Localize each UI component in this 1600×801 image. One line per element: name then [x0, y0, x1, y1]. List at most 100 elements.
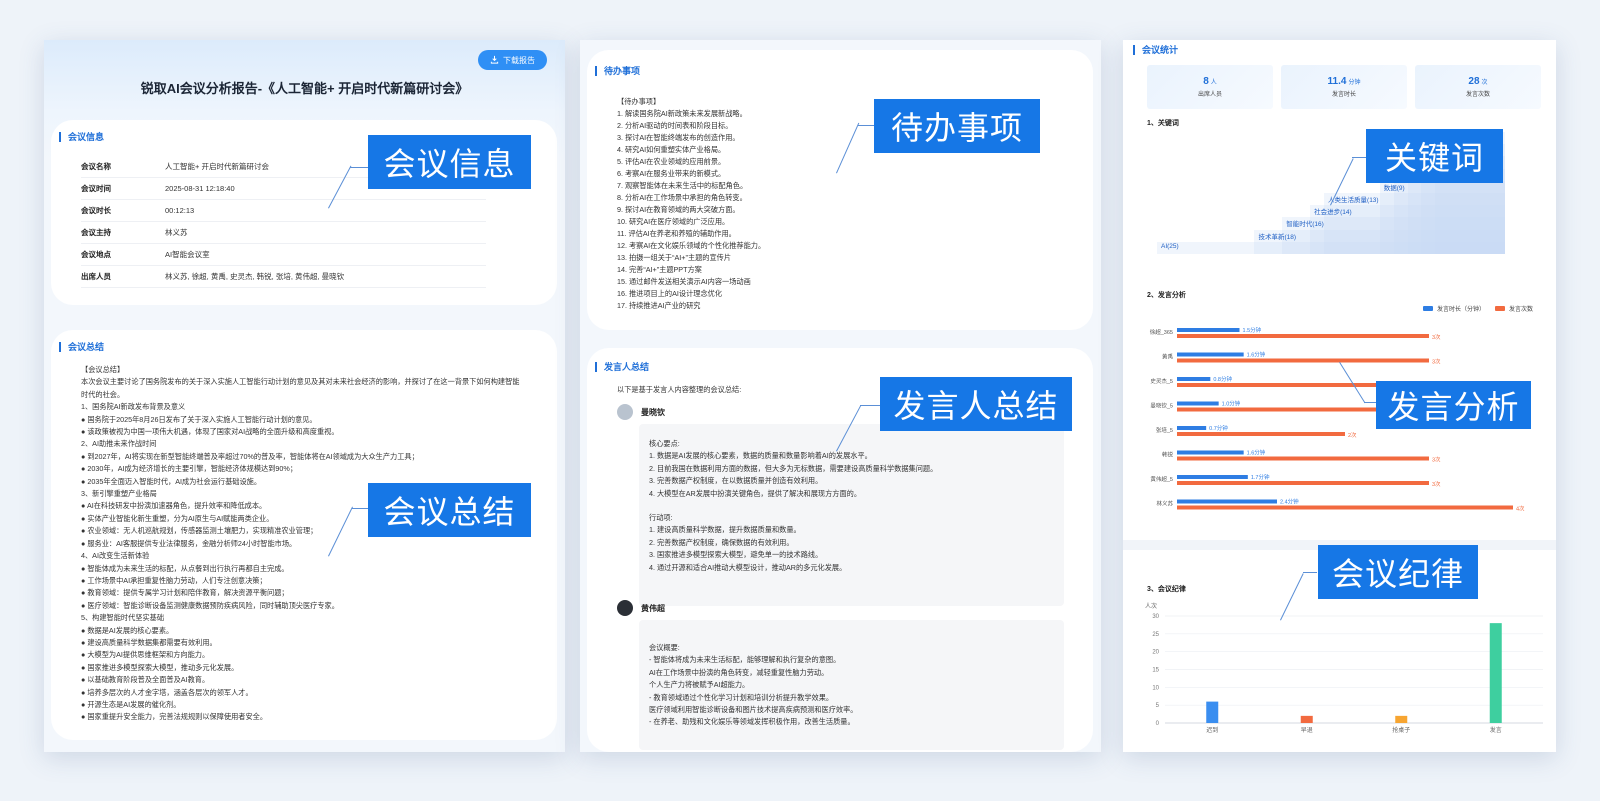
discipline-chart: 人次 0 5 10 15 20 25 30 迟到 早退 抢桌子 发言: [1145, 602, 1543, 734]
duration-label: 0.8分钟: [1213, 375, 1232, 383]
discipline-title: 3、会议纪律: [1147, 586, 1186, 593]
duration-label: 1.6分钟: [1247, 449, 1266, 457]
duration-bar: [1177, 401, 1219, 406]
count-bar: [1177, 505, 1513, 510]
x-tick-label: 早退: [1301, 726, 1313, 734]
count-bar: [1177, 481, 1429, 485]
duration-label: 1.7分钟: [1251, 473, 1270, 481]
text-line: ● 医疗领域：智能诊断设备监测健康数据预防疾病风险，同时辅助顶尖医疗专家。: [81, 600, 339, 610]
duration-label: 1.6分钟: [1247, 351, 1266, 359]
info-key: 出席人员: [81, 272, 111, 281]
text-line: 12. 考察AI在文化娱乐领域的个性化推荐能力。: [617, 241, 766, 250]
text-line: 个人生产力将被赋予AI超能力。: [649, 680, 750, 690]
text-line: 3. 国家推进多模型探索大模型，避免单一的技术路线。: [649, 550, 823, 560]
text-line: ● 国家重提升安全能力，完善法规规则以保障使用者安全。: [81, 712, 268, 722]
info-row: 会议主持 林义苏: [81, 222, 486, 244]
text-line: 行动项:: [649, 513, 673, 523]
text-line: 11. 评估AI在养老和养殖的辅助作用。: [617, 229, 736, 238]
text-line: ● 国家推进多模型探索大模型，推动多元化发展。: [81, 662, 239, 672]
callout-meeting-summary: 会议总结: [368, 483, 531, 537]
text-line: 7. 观察智能体在未来生活中的标配角色。: [617, 181, 748, 190]
info-value: AI智能会议室: [165, 250, 210, 259]
avatar: [617, 404, 633, 420]
text-line: 4. 研究AI如何重塑实体产业格局。: [617, 145, 726, 154]
legend-count: 发言次数: [1509, 307, 1534, 313]
stat-label: 出席人员: [1197, 92, 1222, 98]
y-tick-label: 15: [1152, 668, 1159, 674]
stat-value: 11.4: [1327, 76, 1347, 87]
duration-bar: [1177, 426, 1207, 430]
keyword-bar: [1157, 241, 1505, 254]
keyword-label: 数据(9): [1383, 184, 1405, 192]
text-line: AI在工作场景中扮演的角色转变，减轻重复性脑力劳动。: [649, 667, 829, 677]
text-line: 1. 解读国务院AI新政策未来发展新战略。: [617, 109, 747, 118]
text-line: 时代的社会。: [81, 389, 125, 399]
speaker-header: 曼晓钦: [617, 404, 665, 420]
count-label: 3次: [1432, 333, 1441, 341]
y-tick-label: 0: [1156, 721, 1160, 727]
text-line: 16. 推进项目上的AI设计理念优化: [617, 289, 723, 298]
legend-swatch-count: [1495, 306, 1506, 311]
download-label: 下载报告: [503, 55, 535, 65]
speech-legend: 发言时长（分钟） 发言次数: [1423, 304, 1533, 313]
text-line: 5、构建智能时代坚实基础: [81, 613, 165, 623]
duration-bar: [1177, 352, 1244, 357]
text-line: 【待办事项】: [617, 97, 661, 106]
info-key: 会议名称: [81, 162, 111, 171]
count-label: 4次: [1516, 505, 1525, 513]
report-title: 锐取AI会议分析报告-《人工智能+ 开启时代新篇研讨会》: [140, 81, 469, 96]
speaker-axis-label: 黄伟超_5: [1150, 475, 1173, 483]
todo-card: 待办事项 【待办事项】 1. 解读国务院AI新政策未来发展新战略。 2. 分析AI驱…: [587, 50, 1093, 330]
speaker-intro: 以下是基于发言人内容整理的会议总结:: [617, 385, 742, 394]
text-line: - 教育领域通过个性化学习计划和培训分析提升教学效果。: [649, 692, 834, 702]
info-row: 出席人员 林义苏, 徐超, 黄禹, 史灵杰, 韩锐, 张培, 黄伟超, 曼晓钦: [81, 266, 486, 288]
text-line: ● 工作场景中AI承担重复性脑力劳动，人们专注创意决策；: [81, 575, 267, 585]
speaker-axis-label: 曼晓钦_5: [1150, 402, 1173, 410]
speaker-summary-text: 核心要点: 1. 数据是AI发展的核心要素，数据的质量和数量影响着AI的发展水平。…: [649, 438, 937, 574]
text-line: 1、国务院AI新政发布背景及意义: [81, 402, 186, 412]
y-tick-label: 25: [1152, 632, 1159, 638]
text-line: ● 到2027年，AI将实现在新型智能终端普及率超过70%的普及率，智能体将在A…: [81, 451, 419, 461]
speech-analysis-title: 2、发言分析: [1147, 292, 1186, 299]
text-line: - 智能体将成为未来生活标配，能够理解和执行复杂的意图。: [649, 655, 841, 665]
info-value: 2025-08-31 12:18:40: [165, 184, 235, 193]
info-value: 林义苏, 徐超, 黄禹, 史灵杰, 韩锐, 张培, 黄伟超, 曼晓钦: [165, 272, 345, 281]
text-line: ● 教育领域：提供专属学习计划和陪伴教育，解决资源平衡问题；: [81, 588, 289, 598]
speaker-header: 黄伟超: [617, 600, 665, 616]
callout-leader: [1303, 572, 1317, 573]
download-report-button[interactable]: 下载报告: [478, 50, 547, 70]
text-line: 1. 数据是AI发展的核心要素，数据的质量和数量影响着AI的发展水平。: [649, 451, 872, 461]
text-line: ● 国务院于2025年8月26日发布了关于深入实施人工智能行动计划的意见。: [81, 414, 317, 424]
speaker-name: 曼晓钦: [641, 407, 665, 417]
callout-meeting-info: 会议信息: [368, 135, 531, 189]
text-line: 3. 探讨AI在智能终端发布的创造作用。: [617, 133, 740, 142]
text-line: ● 培养多层次的人才金字塔，涵盖各层次的领军人才。: [81, 687, 253, 697]
text-line: 核心要点:: [649, 439, 680, 448]
text-line: 15. 通过邮件发送相关演示AI内容一场动画: [617, 277, 751, 286]
duration-bar: [1177, 328, 1240, 332]
callout-speech: 发言分析: [1376, 381, 1531, 429]
text-line: ● 智能体成为未来生活的标配，从点餐到出行执行再都自主完成。: [81, 563, 289, 573]
duration-bar: [1177, 475, 1248, 479]
text-line: ● 该政策被视为中国一项伟大机遇，体现了国家对AI战略的全面升级和高度重视。: [81, 427, 339, 437]
count-bar: [1177, 358, 1429, 363]
speaker-axis-label: 黄禹: [1162, 353, 1173, 361]
text-line: 本次会议主要讨论了国务院发布的关于深入实施人工智能行动计划的意见及其对未来社会经…: [81, 377, 520, 387]
stat-value: 28: [1468, 76, 1480, 87]
legend-swatch-duration: [1423, 306, 1433, 311]
keywords-title: 1、关键词: [1147, 120, 1179, 127]
stat-value: 8: [1203, 76, 1209, 87]
text-line: 6. 考察AI在服务业带来的新模式。: [617, 169, 726, 178]
text-line: 14. 完善“AI+”主题PPT方案: [617, 265, 702, 274]
duration-label: 1.0分钟: [1222, 400, 1241, 408]
y-tick-label: 10: [1152, 685, 1159, 691]
count-bar: [1177, 456, 1429, 461]
legend-duration: 发言时长（分钟）: [1437, 307, 1486, 313]
discipline-bar: [1489, 623, 1502, 723]
count-label: 3次: [1432, 358, 1441, 366]
keyword-label: 技术革新(18): [1258, 233, 1296, 241]
count-label: 2次: [1348, 431, 1357, 439]
text-line: 【会议总结】: [81, 365, 125, 374]
text-line: 4. 通过开源和适合AI推动大模型设计，推动AR的多元化发展。: [649, 562, 847, 572]
info-key: 会议时间: [81, 184, 111, 193]
